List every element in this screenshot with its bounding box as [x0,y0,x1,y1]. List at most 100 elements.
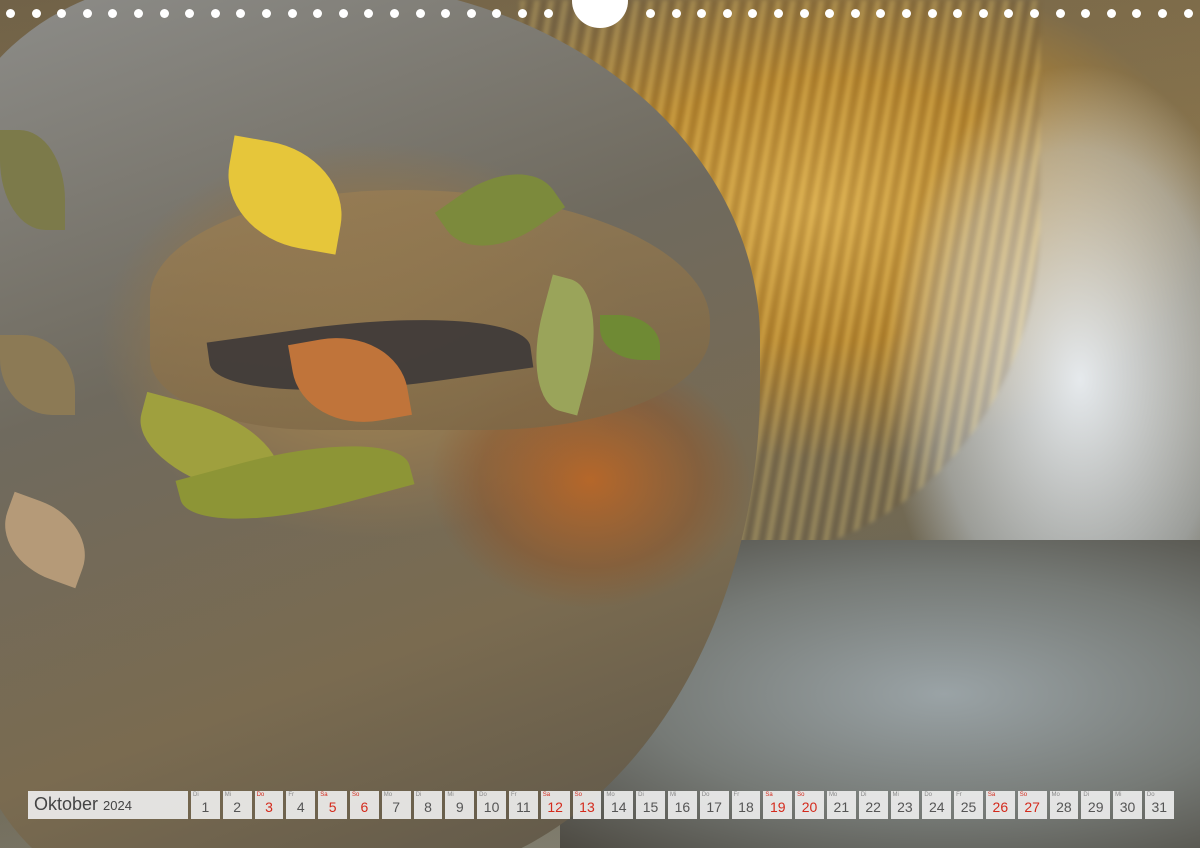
binding-hole [1081,9,1091,18]
day-number: 30 [1119,799,1136,815]
weekday-label: Mi [224,792,232,798]
weekday-label: Di [1083,792,1089,798]
day-number: 24 [928,799,945,815]
weekday-label: Sa [987,792,996,798]
day-number: 19 [769,799,786,815]
binding-hole [825,9,835,18]
day-cell: Mi 9 [445,791,475,819]
binding-hole [850,9,860,18]
weekday-label: Mi [669,792,677,798]
day-cell: So 27 [1017,791,1047,819]
day-cell: So 6 [349,791,379,819]
binding-hole [543,9,553,18]
day-cell: Mo 7 [381,791,411,819]
day-cell: Mi 30 [1113,791,1142,819]
day-number: 9 [455,799,464,815]
day-number: 6 [360,799,369,815]
weekday-label: Fr [510,792,517,798]
day-number: 20 [801,799,818,815]
binding-hole [978,9,988,18]
day-cell: Fr 18 [731,791,761,819]
binding-hole [313,9,323,18]
day-cell: Fr 4 [286,791,316,819]
weekday-label: Sa [542,792,551,798]
binding-hole [262,9,271,18]
binding-hole [927,9,937,18]
day-cell: Mo 28 [1049,791,1079,819]
binding-hole [108,9,118,18]
binding-hole [799,9,809,18]
day-cell: Di 29 [1081,791,1111,819]
binding-hole [646,9,655,18]
weekday-label: Sa [320,792,328,798]
binding-hole [492,9,502,18]
day-number: 18 [738,799,754,815]
day-cell: Do 10 [477,791,506,819]
weekday-label: Di [860,792,867,798]
day-number: 16 [674,799,691,815]
day-cell: Do 31 [1144,791,1174,819]
weekday-label: Fr [956,792,962,798]
day-number: 31 [1151,799,1168,815]
day-number: 5 [328,799,337,815]
binding-hole [159,9,169,18]
month-label-box: Oktober 2024 [28,791,188,819]
day-cell: Do 17 [699,791,729,819]
weekday-label: Mi [1115,792,1122,798]
weekday-label: Sa [765,792,773,798]
day-number: 12 [547,799,563,815]
binding-hole [1183,9,1193,18]
weekday-label: Mo [1051,792,1060,798]
binding-hole [31,9,41,18]
day-cell: Do 3 [254,791,284,819]
day-cell: Mo 21 [826,791,856,819]
binding-hole [1132,9,1142,18]
binding-hole [697,9,707,18]
calendar-photo [0,0,1200,848]
day-number: 15 [642,799,659,815]
day-number: 8 [424,799,432,815]
weekday-label: Do [924,792,932,798]
binding-hole [1158,9,1167,18]
day-cell: Mi 16 [667,791,697,819]
day-number: 27 [1024,799,1040,815]
day-cell: Sa 26 [985,791,1015,819]
binding-hole [364,9,374,18]
day-cell: Sa 19 [763,791,793,819]
binding-hole [210,9,220,18]
binding-hole [185,9,195,18]
day-cell: Sa 5 [318,791,347,819]
binding-hole [1055,9,1065,18]
day-cell: Mo 14 [604,791,634,819]
binding-hole [748,9,758,18]
day-cell: So 13 [572,791,602,819]
calendar-strip: Oktober 2024 Di 1 Mi 2 Do 3 Fr 4 Sa 5 So 6 Mo 7 Di 8 Mi 9 D… [28,791,1174,819]
binding-hole [390,9,399,18]
binding-hole [518,9,527,18]
day-cell: Di 22 [858,791,888,819]
binding-hole [6,9,15,18]
binding-hole [134,9,143,18]
day-number: 29 [1087,799,1104,815]
binding-hole [902,9,911,18]
weekday-label: Do [1146,792,1155,798]
binding-hole [1106,9,1116,18]
weekday-label: Di [415,792,422,798]
day-number: 23 [897,799,913,815]
day-number: 17 [706,799,722,815]
month-name: Oktober [34,794,99,814]
day-number: 10 [483,799,500,815]
binding-hole [338,9,348,18]
day-cell: Mi 2 [222,791,252,819]
binding-hole [1004,9,1014,18]
day-cell: Di 8 [413,791,443,819]
day-number: 21 [833,799,850,815]
weekday-label: Mo [383,792,393,798]
weekday-label: Mo [606,792,615,798]
binding-hole [415,9,425,18]
weekday-label: Di [638,792,644,798]
day-number: 25 [960,799,977,815]
spiral-binding [0,0,1200,28]
weekday-label: Do [479,792,487,798]
weekday-label: Mi [892,792,899,798]
